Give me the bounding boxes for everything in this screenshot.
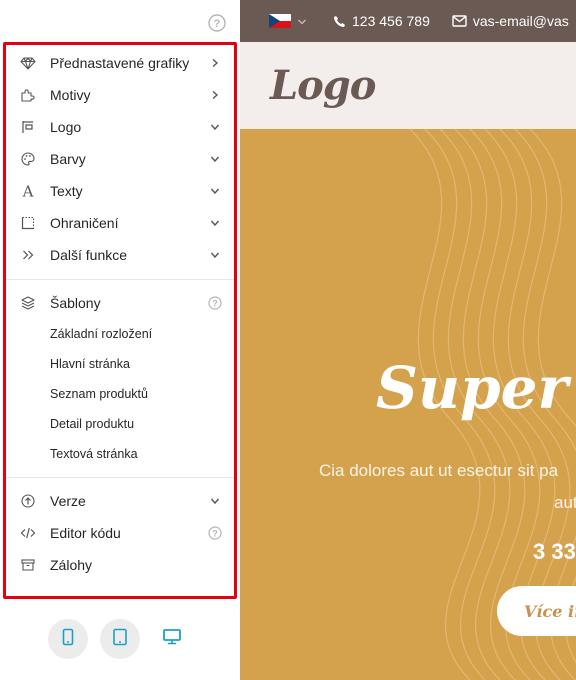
site-topbar: 123 456 789 vas-email@vas xyxy=(240,0,576,42)
menu-item-more-functions[interactable]: Další funkce xyxy=(6,239,234,271)
chevron-down-icon xyxy=(208,494,222,508)
menu-item-texts[interactable]: A Texty xyxy=(6,175,234,207)
diamond-icon xyxy=(20,55,36,71)
menu-label: Další funkce xyxy=(50,247,128,263)
czech-flag-icon[interactable] xyxy=(269,14,291,28)
text-a-icon: A xyxy=(20,183,36,199)
mobile-icon xyxy=(61,628,75,651)
help-circle-icon[interactable]: ? xyxy=(208,526,222,540)
menu-label: Texty xyxy=(50,183,83,199)
template-text-page[interactable]: Textová stránka xyxy=(6,439,234,469)
chevron-down-icon xyxy=(208,248,222,262)
phone-contact[interactable]: 123 456 789 xyxy=(333,13,430,29)
menu-label: Editor kódu xyxy=(50,525,121,541)
menu-item-colors[interactable]: Barvy xyxy=(6,143,234,175)
menu-item-presets[interactable]: Přednastavené grafiky xyxy=(6,47,234,79)
menu-item-borders[interactable]: Ohraničení xyxy=(6,207,234,239)
help-circle-icon[interactable]: ? xyxy=(208,296,222,310)
menu-label: Šablony xyxy=(50,295,101,311)
chevron-down-icon xyxy=(208,120,222,134)
svg-text:?: ? xyxy=(214,18,221,30)
code-icon xyxy=(20,525,36,541)
language-chevron-down-icon[interactable] xyxy=(297,13,307,29)
chevron-down-icon xyxy=(208,184,222,198)
desktop-icon xyxy=(162,628,182,651)
email-address: vas-email@vas xyxy=(472,13,569,29)
help-circle-icon[interactable]: ? xyxy=(208,14,226,32)
hero-title: Super xyxy=(376,354,569,422)
arrow-up-circle-icon xyxy=(20,493,36,509)
palette-icon xyxy=(20,151,36,167)
hero-text-line2: aut xyxy=(554,493,576,512)
hero-text: Cia dolores aut ut esectur sit pa xyxy=(319,461,559,480)
template-product-detail[interactable]: Detail produktu xyxy=(6,409,234,439)
menu-item-code-editor[interactable]: Editor kódu ? xyxy=(6,517,234,549)
menu-label: Verze xyxy=(50,493,86,509)
menu-label: Barvy xyxy=(50,151,86,167)
divider xyxy=(6,477,234,478)
editor-menu: Přednastavené grafiky Motivy Logo Barvy xyxy=(6,47,234,581)
hero-price: 3 33 xyxy=(533,539,576,564)
menu-item-themes[interactable]: Motivy xyxy=(6,79,234,111)
menu-label: Motivy xyxy=(50,87,91,103)
site-logo[interactable]: Logo xyxy=(270,62,376,109)
archive-icon xyxy=(20,557,36,573)
menu-label: Ohraničení xyxy=(50,215,119,231)
desktop-view-button[interactable] xyxy=(152,619,192,659)
editor-panel: ? Přednastavené grafiky Motivy Logo Barv… xyxy=(0,0,240,680)
chevron-down-icon xyxy=(208,152,222,166)
menu-item-backups[interactable]: Zálohy xyxy=(6,549,234,581)
chevron-down-icon xyxy=(208,216,222,230)
hero-more-info-button[interactable]: Více in xyxy=(497,586,576,636)
phone-icon xyxy=(334,15,345,27)
tablet-icon xyxy=(112,628,128,651)
double-chevron-icon xyxy=(20,247,36,263)
svg-text:?: ? xyxy=(212,299,218,309)
menu-label: Přednastavené grafiky xyxy=(50,55,190,71)
border-dashed-icon xyxy=(20,215,36,231)
site-header: Logo xyxy=(240,42,576,129)
menu-item-templates[interactable]: Šablony ? xyxy=(6,287,234,319)
menu-label: Zálohy xyxy=(50,557,93,573)
template-home-page[interactable]: Hlavní stránka xyxy=(6,349,234,379)
menu-item-logo[interactable]: Logo xyxy=(6,111,234,143)
template-basic-layout[interactable]: Základní rozložení xyxy=(6,319,234,349)
email-contact[interactable]: vas-email@vas xyxy=(452,13,569,29)
template-product-list[interactable]: Seznam produktů xyxy=(6,379,234,409)
chevron-right-icon xyxy=(208,56,222,70)
hero-banner: Super Cia dolores aut ut esectur sit pa … xyxy=(240,129,576,680)
puzzle-icon xyxy=(20,87,36,103)
menu-label: Logo xyxy=(50,119,82,135)
menu-item-versions[interactable]: Verze xyxy=(6,485,234,517)
tablet-view-button[interactable] xyxy=(100,619,140,659)
mobile-view-button[interactable] xyxy=(48,619,88,659)
divider xyxy=(6,279,234,280)
svg-text:?: ? xyxy=(212,529,218,539)
envelope-icon xyxy=(452,15,467,27)
phone-number: 123 456 789 xyxy=(352,13,430,29)
layers-icon xyxy=(20,295,36,311)
svg-text:A: A xyxy=(22,183,34,199)
site-preview: 123 456 789 vas-email@vas Logo Super Cia xyxy=(240,0,576,680)
logo-flag-icon xyxy=(20,119,36,135)
device-switcher xyxy=(48,619,192,659)
chevron-right-icon xyxy=(208,88,222,102)
